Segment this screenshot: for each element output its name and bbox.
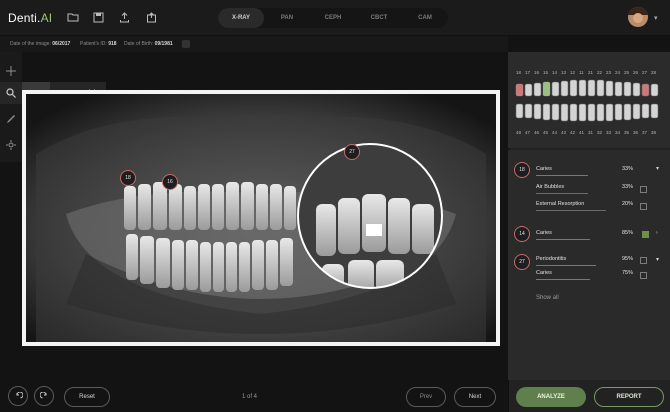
tooth-number[interactable]: 24 bbox=[615, 70, 620, 75]
tooth-number[interactable]: 26 bbox=[633, 70, 638, 75]
finding-checkbox[interactable] bbox=[640, 257, 647, 264]
tooth-number[interactable]: 47 bbox=[525, 130, 530, 135]
tooth-number[interactable]: 43 bbox=[561, 130, 566, 135]
info-icon[interactable]: › bbox=[656, 230, 658, 236]
tooth-number[interactable]: 28 bbox=[651, 70, 656, 75]
tab-xray[interactable]: X-RAY bbox=[218, 8, 264, 28]
reset-button[interactable]: Reset bbox=[64, 387, 110, 407]
tooth-number[interactable]: 31 bbox=[588, 130, 593, 135]
tooth-number[interactable]: 41 bbox=[579, 130, 584, 135]
modality-tabs: X-RAY PAN CEPH CBCT CAM bbox=[218, 8, 448, 28]
finding-tooth-18[interactable]: 18 bbox=[514, 162, 530, 178]
tooth-number[interactable]: 15 bbox=[543, 70, 548, 75]
patient-id: Patient's ID: 918 bbox=[80, 41, 117, 47]
save-icon[interactable] bbox=[91, 10, 105, 24]
xray-viewer[interactable]: 18 16 27 bbox=[22, 90, 500, 346]
collapse-chevron-icon[interactable]: ▾ bbox=[656, 165, 659, 172]
app-logo: Denti.AI bbox=[8, 11, 52, 25]
finding-row[interactable]: Caries 33% bbox=[536, 166, 656, 176]
tooth-number[interactable]: 46 bbox=[534, 130, 539, 135]
zoom-tool-icon[interactable] bbox=[0, 82, 22, 104]
tooth-number[interactable]: 42 bbox=[570, 130, 575, 135]
tab-cam[interactable]: CAM bbox=[402, 8, 448, 28]
tooth-number[interactable]: 12 bbox=[570, 70, 575, 75]
tooth-number[interactable]: 23 bbox=[606, 70, 611, 75]
redo-button[interactable] bbox=[34, 386, 54, 406]
top-bar: Denti.AI X-RAY PAN CEPH CBCT CAM ▾ bbox=[0, 0, 670, 36]
share-icon[interactable] bbox=[144, 10, 158, 24]
report-button[interactable]: REPORT bbox=[594, 387, 664, 407]
tooth-number[interactable]: 13 bbox=[561, 70, 566, 75]
finding-row[interactable]: External Resorption 20% bbox=[536, 201, 656, 211]
tooth-number[interactable]: 22 bbox=[597, 70, 602, 75]
redo-icon bbox=[39, 391, 46, 398]
move-tool-icon[interactable] bbox=[0, 60, 22, 82]
logo-main: Denti. bbox=[8, 11, 41, 25]
finding-tooth-14[interactable]: 14 bbox=[514, 226, 530, 242]
tooth-number[interactable]: 17 bbox=[525, 70, 530, 75]
finding-checkbox[interactable] bbox=[640, 272, 647, 279]
patient-info-bar: Date of the image: 06/2017 Patient's ID:… bbox=[0, 36, 508, 52]
tool-sidebar bbox=[0, 52, 22, 162]
upload-icon[interactable] bbox=[117, 10, 131, 24]
tooth-number[interactable]: 18 bbox=[516, 70, 521, 75]
tooth-number[interactable]: 34 bbox=[615, 130, 620, 135]
undo-button[interactable] bbox=[8, 386, 28, 406]
finding-row[interactable]: Caries 85% bbox=[536, 230, 656, 240]
finding-checkbox-checked[interactable] bbox=[642, 231, 649, 238]
tooth-number[interactable]: 48 bbox=[516, 130, 521, 135]
tooth-marker-18[interactable]: 18 bbox=[120, 170, 136, 186]
prev-button[interactable]: Prev bbox=[406, 387, 446, 407]
tooth-marker-16[interactable]: 16 bbox=[162, 174, 178, 190]
page-indicator: 1 of 4 bbox=[242, 394, 258, 400]
tooth-number[interactable]: 25 bbox=[624, 70, 629, 75]
tooth-number[interactable]: 37 bbox=[642, 130, 647, 135]
tab-pan[interactable]: PAN bbox=[264, 8, 310, 28]
tab-cbct[interactable]: CBCT bbox=[356, 8, 402, 28]
logo-accent: AI bbox=[40, 11, 53, 25]
tooth-number[interactable]: 16 bbox=[534, 70, 539, 75]
tooth-number[interactable]: 33 bbox=[606, 130, 611, 135]
collapse-chevron-icon[interactable]: ▾ bbox=[656, 256, 659, 263]
user-avatar[interactable] bbox=[628, 7, 648, 27]
tooth-number[interactable]: 35 bbox=[624, 130, 629, 135]
chevron-down-icon[interactable]: ▾ bbox=[654, 14, 658, 22]
image-date: Date of the image: 06/2017 bbox=[10, 41, 71, 47]
undo-icon bbox=[16, 391, 23, 398]
tooth-number[interactable]: 14 bbox=[552, 70, 557, 75]
analyze-button[interactable]: ANALYZE bbox=[516, 387, 586, 407]
folder-icon[interactable] bbox=[66, 10, 80, 24]
tooth-number[interactable]: 36 bbox=[633, 130, 638, 135]
tooth-number[interactable]: 21 bbox=[588, 70, 593, 75]
findings-panel: 18 Caries 33% ▾ Air Bubbles 33% External… bbox=[508, 150, 670, 380]
tooth-number[interactable]: 44 bbox=[552, 130, 557, 135]
tooth-number[interactable]: 32 bbox=[597, 130, 602, 135]
tab-ceph[interactable]: CEPH bbox=[310, 8, 356, 28]
finding-row[interactable]: Air Bubbles 33% bbox=[536, 184, 656, 194]
birth-date: Date of Birth: 09/1981 bbox=[124, 41, 173, 47]
edit-info-icon[interactable] bbox=[182, 40, 190, 48]
finding-tooth-27[interactable]: 27 bbox=[514, 254, 530, 270]
finding-row[interactable]: Periodontitis 95% bbox=[536, 256, 656, 266]
panoramic-xray-image bbox=[26, 94, 496, 342]
show-all-link[interactable]: Show all bbox=[536, 295, 559, 301]
tooth-number[interactable]: 45 bbox=[543, 130, 548, 135]
tooth-number[interactable]: 11 bbox=[579, 70, 584, 75]
dental-chart: 18 17 16 15 14 13 12 11 21 22 23 24 25 26 27 28 48 47 46 4… bbox=[508, 52, 670, 148]
pen-tool-icon[interactable] bbox=[0, 108, 22, 130]
finding-checkbox[interactable] bbox=[640, 203, 647, 210]
tooth-number[interactable]: 27 bbox=[642, 70, 647, 75]
tooth-marker-27[interactable]: 27 bbox=[344, 144, 360, 160]
tooth-number[interactable]: 38 bbox=[651, 130, 656, 135]
next-button[interactable]: Next bbox=[454, 387, 496, 407]
finding-checkbox[interactable] bbox=[640, 186, 647, 193]
settings-tool-icon[interactable] bbox=[0, 134, 22, 156]
finding-row[interactable]: Caries 75% bbox=[536, 270, 656, 280]
